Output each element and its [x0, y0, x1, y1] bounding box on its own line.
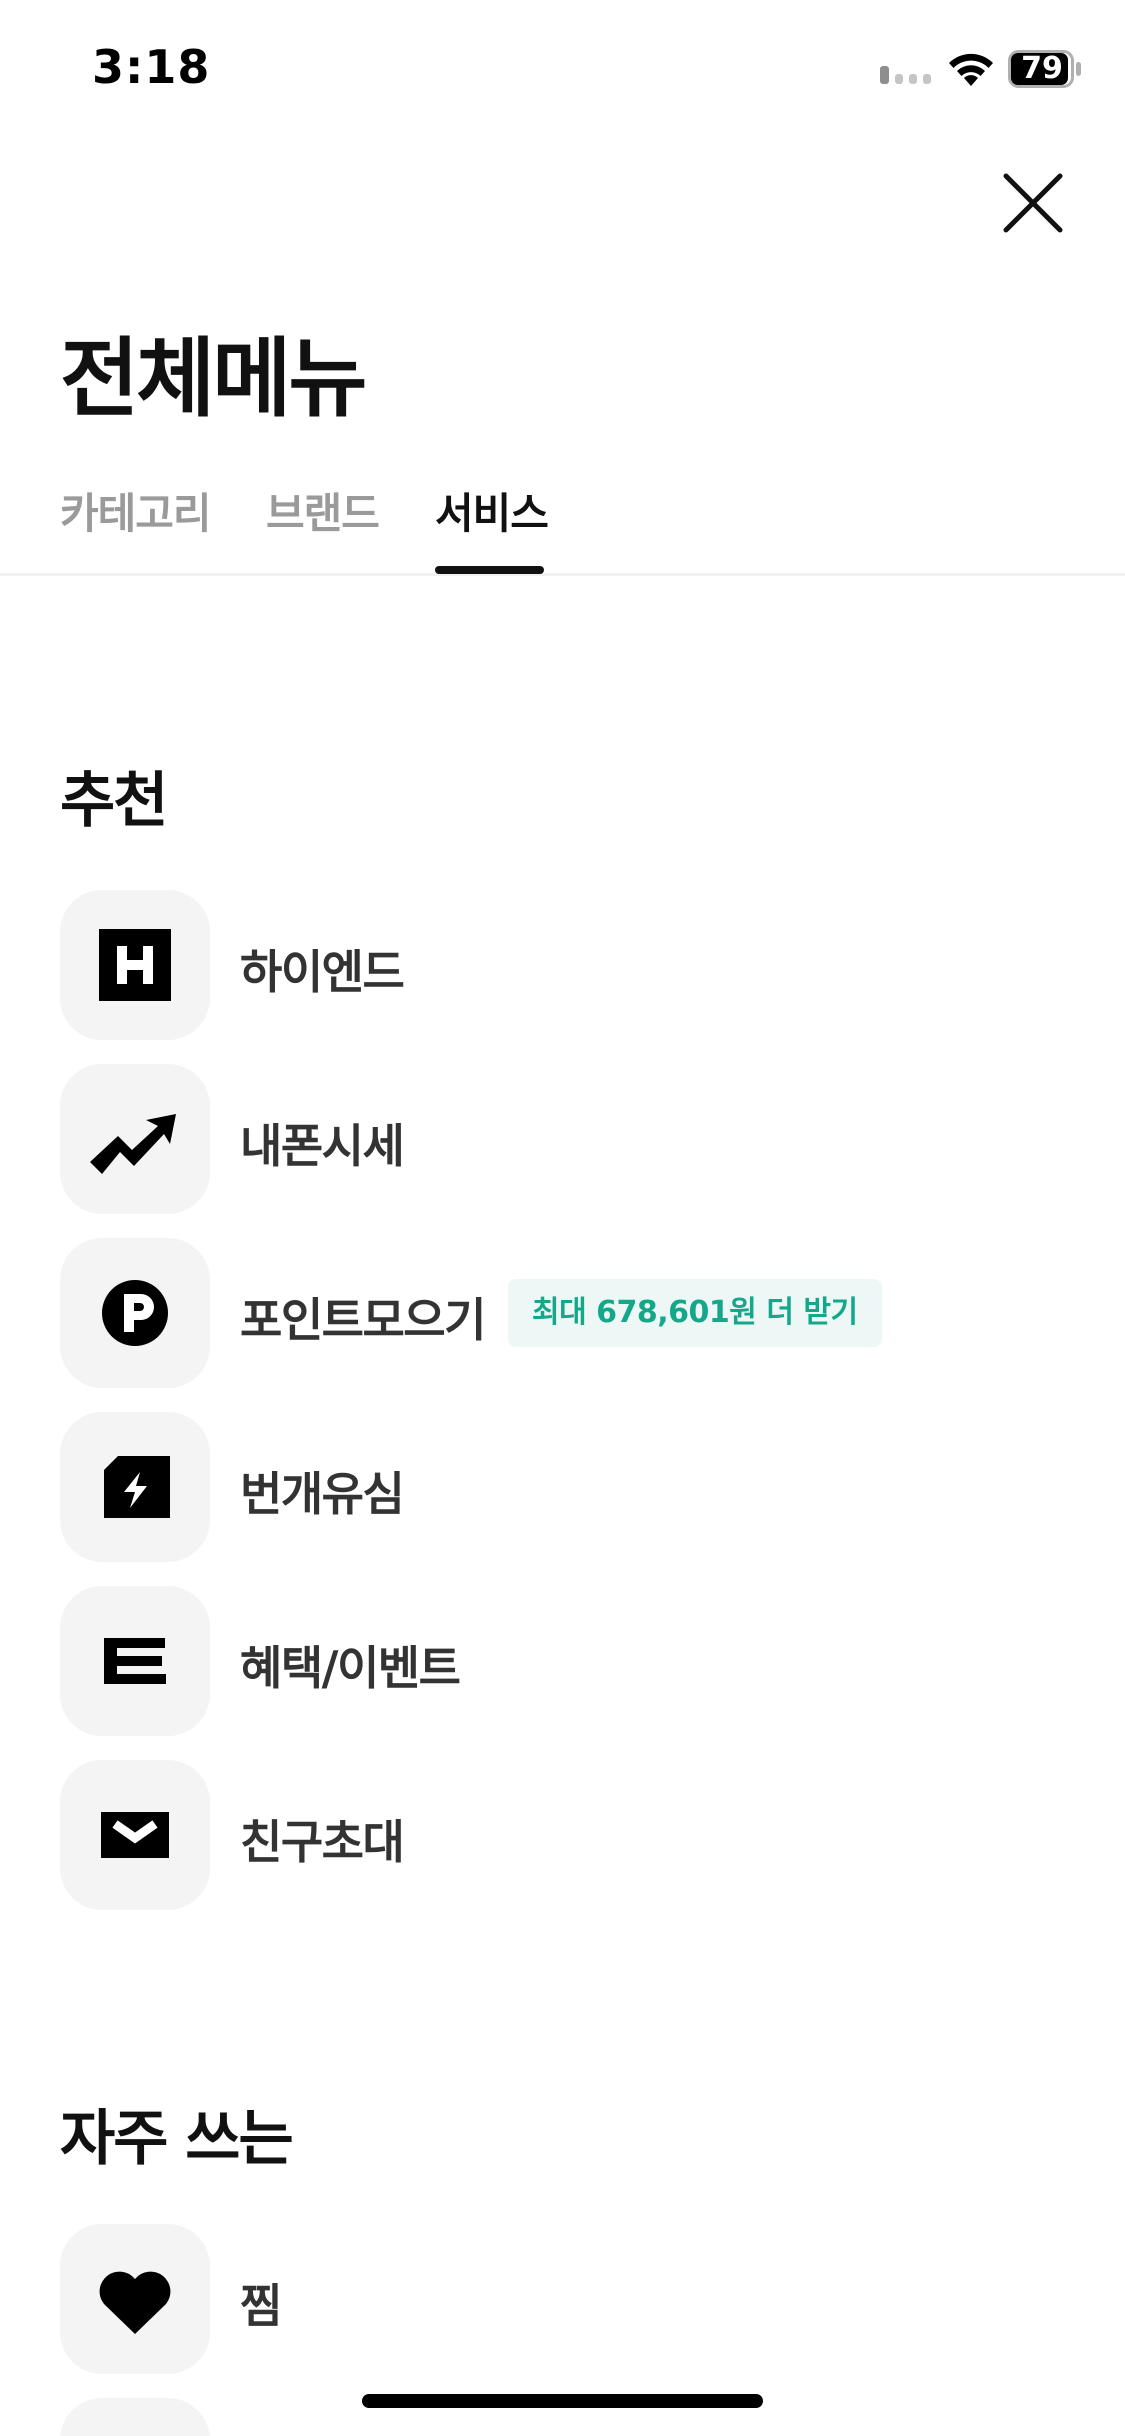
lightning-sim-icon [60, 1412, 210, 1562]
status-bar: 3:18 79 [0, 0, 1125, 140]
page-title: 전체메뉴 [60, 329, 367, 429]
e-letter-icon [60, 1586, 210, 1736]
battery-icon: 79 [1008, 50, 1084, 88]
menu-item-highend[interactable]: 하이엔드 [60, 890, 1065, 1040]
menu-label: 내폰시세 [240, 1119, 405, 1173]
menu-item-collect-points[interactable]: 포인트모으기 최대 678,601원 더 받기 [60, 1238, 1065, 1388]
active-tab-indicator [435, 566, 544, 574]
section-title-frequently-used: 자주 쓰는 [60, 2104, 294, 2174]
menu-label: 찜 [240, 2279, 282, 2333]
section-title-recommended: 추천 [60, 766, 168, 836]
menu-item-wishlist[interactable]: 찜 [60, 2224, 1065, 2374]
tab-bar: 카테고리 브랜드 서비스 [0, 470, 1125, 576]
status-time: 3:18 [92, 40, 211, 94]
menu-item-phone-price[interactable]: 내폰시세 [60, 1064, 1065, 1214]
menu-label: 하이엔드 [240, 945, 405, 999]
trend-arrow-icon [60, 1064, 210, 1214]
close-button[interactable] [996, 166, 1070, 240]
menu-icon-placeholder [60, 2398, 210, 2436]
heart-icon [60, 2224, 210, 2374]
promo-badge: 최대 678,601원 더 받기 [508, 1279, 882, 1347]
h-square-icon [60, 890, 210, 1040]
tab-brand[interactable]: 브랜드 [266, 480, 380, 541]
menu-label: 번개유심 [240, 1467, 405, 1521]
menu-item-benefits-events[interactable]: 혜택/이벤트 [60, 1586, 1065, 1736]
battery-percent: 79 [1021, 51, 1063, 86]
menu-label: 포인트모으기 [240, 1293, 486, 1347]
home-indicator[interactable] [362, 2394, 763, 2408]
close-icon [1003, 173, 1063, 233]
wifi-icon [949, 53, 993, 86]
menu-label: 혜택/이벤트 [240, 1641, 461, 1695]
menu-label: 친구초대 [240, 1815, 405, 1869]
tab-service[interactable]: 서비스 [435, 480, 549, 541]
menu-item-bungae-usim[interactable]: 번개유심 [60, 1412, 1065, 1562]
menu-item-invite-friends[interactable]: 친구초대 [60, 1760, 1065, 1910]
tab-category[interactable]: 카테고리 [60, 480, 212, 541]
envelope-icon [60, 1760, 210, 1910]
cellular-signal-icon [880, 66, 931, 84]
point-p-icon [60, 1238, 210, 1388]
